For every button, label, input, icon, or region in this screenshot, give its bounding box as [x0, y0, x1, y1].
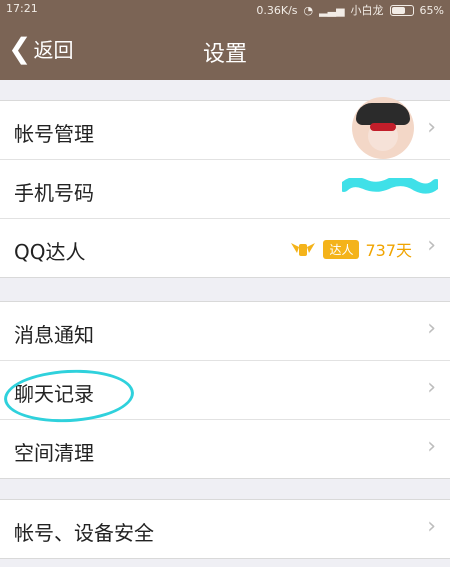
settings-row-notifications[interactable]: 消息通知 › [0, 302, 450, 361]
wifi-icon: ◔ [303, 3, 314, 17]
carrier-name: 小白龙 [350, 4, 384, 17]
settings-row-account-device-security[interactable]: 帐号、设备安全 › [0, 500, 450, 558]
settings-row-chat-history[interactable]: 聊天记录 › [0, 361, 450, 420]
row-label: QQ达人 [14, 240, 86, 264]
expert-badge-label: 达人 [323, 239, 360, 259]
chevron-right-icon: › [427, 233, 436, 258]
chevron-right-icon: › [427, 115, 436, 140]
settings-row-phone-number[interactable]: 手机号码 [0, 160, 450, 219]
row-label: 消息通知 [14, 323, 94, 347]
expert-days: 737天 [365, 241, 412, 260]
chevron-right-icon: › [427, 316, 436, 341]
page-title: 设置 [202, 42, 247, 67]
row-label: 帐号管理 [14, 122, 94, 146]
settings-row-storage-cleanup[interactable]: 空间清理 › [0, 420, 450, 478]
settings-row-qq-expert[interactable]: QQ达人 达人 737天 › [0, 219, 450, 277]
settings-group-messages: 消息通知 › 聊天记录 › 空间清理 › [0, 301, 450, 479]
chevron-right-icon: › [427, 434, 436, 459]
expert-badge: 达人 737天 [289, 237, 412, 261]
network-speed: 0.36K/s [256, 3, 298, 17]
row-label: 聊天记录 [14, 382, 94, 406]
status-bar: 17:21 0.36K/s ◔ ▂▃▅ 小白龙 65% [0, 0, 450, 18]
avatar [352, 97, 414, 159]
signal-icon: ▂▃▅ [319, 3, 345, 17]
redaction-scribble [342, 178, 438, 194]
battery-icon [389, 4, 414, 16]
nav-bar: ❮ 返回 设置 [0, 24, 450, 76]
row-label: 空间清理 [14, 441, 94, 465]
row-label: 手机号码 [14, 181, 94, 205]
row-label: 帐号、设备安全 [14, 521, 154, 545]
app-header: 17:21 0.36K/s ◔ ▂▃▅ 小白龙 65% ❮ 返回 设置 [0, 0, 450, 80]
chevron-right-icon: › [427, 514, 436, 539]
chevron-right-icon: › [427, 375, 436, 400]
settings-group-security: 帐号、设备安全 › [0, 499, 450, 559]
battery-percent: 65% [419, 3, 444, 17]
status-time: 17:21 [6, 2, 38, 15]
status-right: 0.36K/s ◔ ▂▃▅ 小白龙 65% [256, 2, 444, 18]
settings-row-account-management[interactable]: 帐号管理 › [0, 97, 450, 160]
settings-group-account: 帐号管理 › 手机号码 QQ达人 达人 737天 › [0, 97, 450, 278]
wings-icon [291, 243, 316, 256]
